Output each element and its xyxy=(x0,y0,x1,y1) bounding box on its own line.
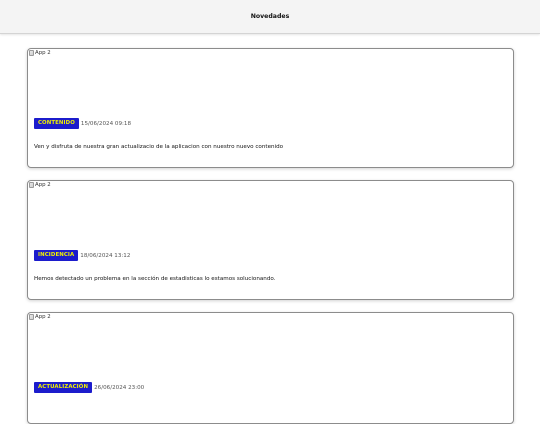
news-date: 15/06/2024 09:18 xyxy=(80,120,132,127)
broken-image-icon xyxy=(29,314,34,320)
news-image: App 2 xyxy=(29,50,51,56)
news-meta: ACTUALIZACIÓN 26/06/2024 23:00 xyxy=(34,382,144,393)
news-meta: INCIDENCIA 18/06/2024 13:12 xyxy=(34,250,130,261)
category-badge: ACTUALIZACIÓN xyxy=(34,382,93,393)
news-text: Ven y disfruta de nuestra gran actualiza… xyxy=(34,144,284,150)
news-image: App 2 xyxy=(29,182,51,188)
news-card[interactable]: App 2 ACTUALIZACIÓN 26/06/2024 23:00 xyxy=(27,312,514,424)
page-title: Novedades xyxy=(250,13,290,20)
news-card[interactable]: App 2 CONTENIDO 15/06/2024 09:18 Ven y d… xyxy=(27,48,514,168)
news-date: 18/06/2024 13:12 xyxy=(80,252,131,259)
category-badge: CONTENIDO xyxy=(34,118,79,129)
news-text: Hemos detectado un problema en la secció… xyxy=(34,276,276,282)
news-meta: CONTENIDO 15/06/2024 09:18 xyxy=(34,118,131,129)
image-alt-text: App 2 xyxy=(35,182,51,188)
broken-image-icon xyxy=(29,182,34,188)
news-date: 26/06/2024 23:00 xyxy=(94,384,145,391)
image-alt-text: App 2 xyxy=(35,314,51,320)
news-image: App 2 xyxy=(29,314,51,320)
category-badge: INCIDENCIA xyxy=(34,250,79,261)
top-app-bar: Novedades xyxy=(0,0,540,34)
news-card[interactable]: App 2 INCIDENCIA 18/06/2024 13:12 Hemos … xyxy=(27,180,514,300)
image-alt-text: App 2 xyxy=(35,50,51,56)
broken-image-icon xyxy=(29,50,34,56)
